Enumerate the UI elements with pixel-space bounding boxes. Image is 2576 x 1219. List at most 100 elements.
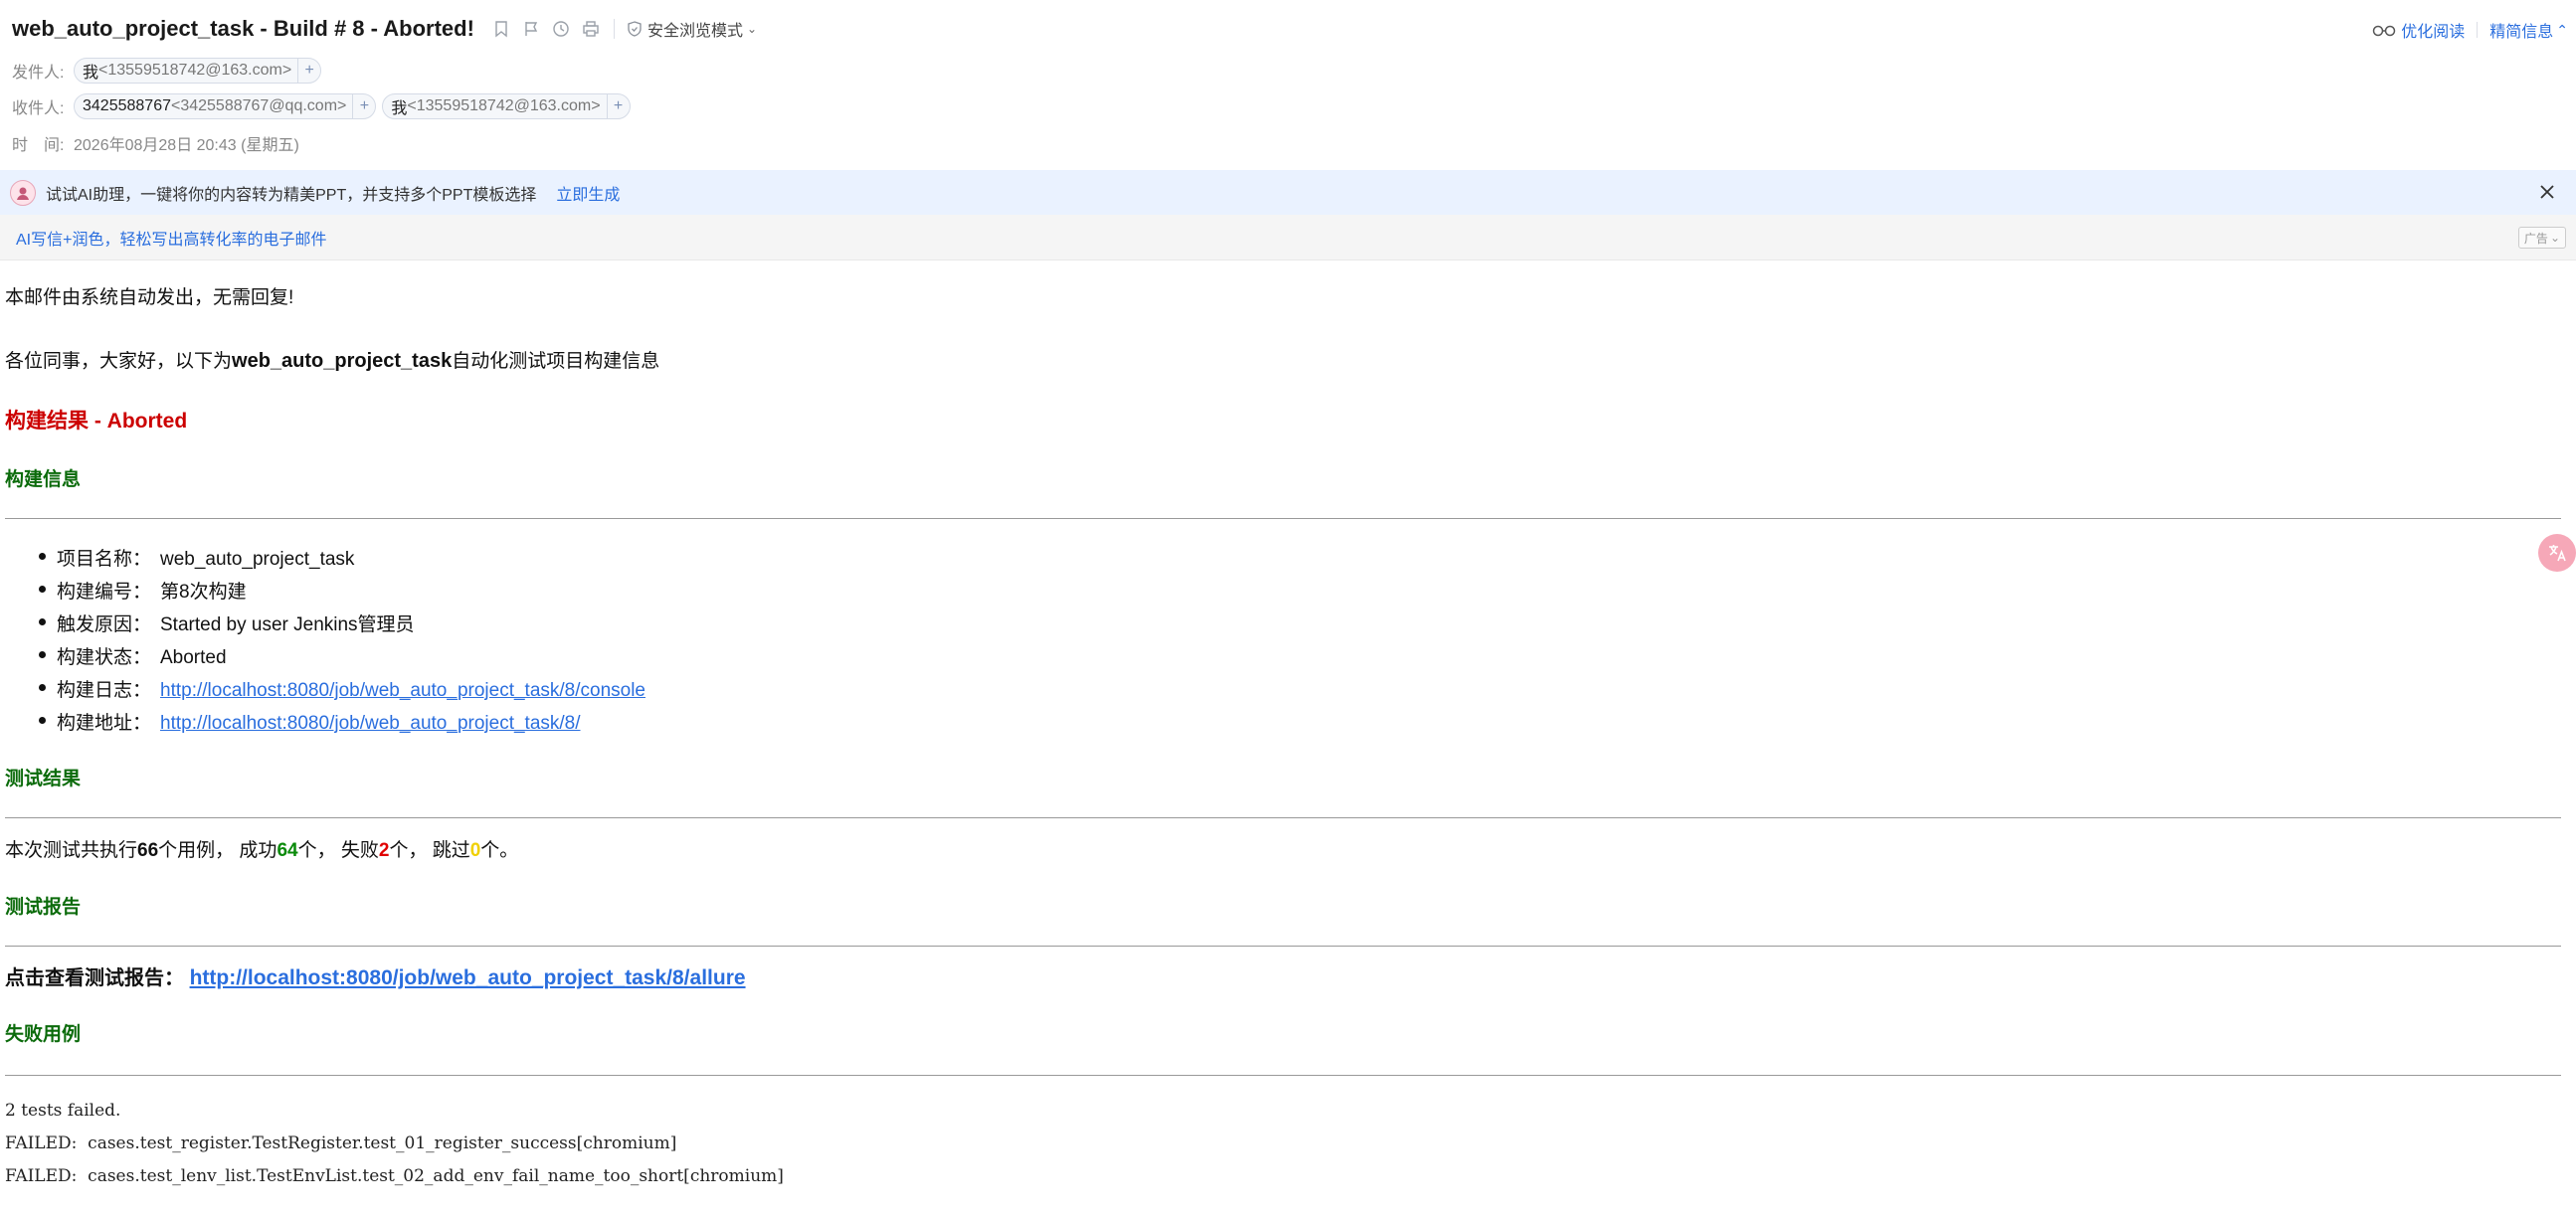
test-result-heading: 测试结果 <box>5 769 82 789</box>
email-reader: web_auto_project_task - Build # 8 - Abor… <box>0 0 2576 1219</box>
list-item: 构建编号： 第8次构建 <box>39 577 247 604</box>
divider <box>5 518 2561 519</box>
subject-toolbar: 安全浏览模式 ⌄ <box>492 17 757 41</box>
add-contact-button[interactable]: + <box>352 94 375 118</box>
recipient-label: 收件人: <box>12 100 65 117</box>
info-key: 触发原因： <box>57 614 152 635</box>
divider <box>5 946 2561 947</box>
ad-link[interactable]: AI写信+润色，轻松写出高转化率的电子邮件 <box>16 226 326 250</box>
translate-icon[interactable] <box>2538 534 2576 572</box>
greeting-project: web_auto_project_task <box>232 350 453 372</box>
recipient-address: <3425588767@qq.com> <box>170 97 347 114</box>
list-item: 构建状态： Aborted <box>39 642 227 669</box>
recipient-address: <13559518742@163.com> <box>407 97 601 114</box>
print-icon[interactable] <box>582 20 600 38</box>
skipped-count: 0 <box>469 840 481 861</box>
ai-banner-text: 试试AI助理，一键将你的内容转为精美PPT，并支持多个PPT模板选择 <box>46 186 537 204</box>
info-key: 构建编号： <box>57 582 152 603</box>
chevron-down-icon: ⌄ <box>746 22 758 36</box>
list-item: 触发原因： Started by user Jenkins管理员 <box>39 610 415 636</box>
report-line: 点击查看测试报告： http://localhost:8080/job/web_… <box>5 961 746 990</box>
generate-now-link[interactable]: 立即生成 <box>556 181 620 205</box>
greeting: 各位同事，大家好，以下为web_auto_project_task自动化测试项目… <box>5 346 659 373</box>
chevron-up-icon: ⌃ <box>2556 21 2568 38</box>
auto-notice: 本邮件由系统自动发出，无需回复! <box>5 287 294 308</box>
sender-row: 发件人: 我 <13559518742@163.com> + <box>12 58 327 84</box>
sender-address: <13559518742@163.com> <box>98 62 292 79</box>
recipient-name: 我 <box>391 100 408 117</box>
summary-text: 个， 失败 <box>297 840 379 861</box>
recipient-name: 3425588767 <box>83 97 171 114</box>
close-icon[interactable] <box>2536 181 2558 203</box>
flag-icon[interactable] <box>522 20 540 38</box>
divider <box>5 817 2561 818</box>
info-value: web_auto_project_task <box>160 549 355 570</box>
sender-name: 我 <box>83 65 99 82</box>
failed-case-line: FAILED: cases.test_lenv_list.TestEnvList… <box>5 1166 784 1186</box>
header-actions: 优化阅读 精简信息 ⌃ <box>2371 18 2568 42</box>
email-subject: web_auto_project_task - Build # 8 - Abor… <box>12 16 474 41</box>
info-key: 项目名称： <box>57 549 152 570</box>
glasses-icon <box>2372 25 2396 37</box>
failed-case-line: FAILED: cases.test_register.TestRegister… <box>5 1133 677 1153</box>
summary-text: 本次测试共执行 <box>5 840 138 861</box>
chevron-down-icon: ⌄ <box>2549 231 2560 245</box>
divider <box>5 1075 2561 1076</box>
total-count: 66 <box>137 840 159 861</box>
ad-badge-label: 广告 <box>2523 231 2548 246</box>
list-item: 构建日志： http://localhost:8080/job/web_auto_… <box>39 675 645 702</box>
info-value: Started by user Jenkins管理员 <box>160 614 415 635</box>
summary-text: 个， 跳过 <box>389 840 470 861</box>
list-item: 构建地址： http://localhost:8080/job/web_auto_… <box>39 708 581 735</box>
ad-banner: AI写信+润色，轻松写出高转化率的电子邮件 广告 ⌄ <box>0 215 2576 261</box>
info-value: Aborted <box>160 647 227 668</box>
safe-mode-label: 安全浏览模式 <box>646 23 743 40</box>
clock-icon[interactable] <box>552 20 570 38</box>
passed-count: 64 <box>276 840 298 861</box>
header-actions-divider <box>2477 22 2479 38</box>
ai-assistant-avatar-icon <box>10 179 36 206</box>
ad-badge[interactable]: 广告 ⌄ <box>2517 227 2566 249</box>
test-report-heading: 测试报告 <box>5 897 82 918</box>
brief-info-label: 精简信息 <box>2489 24 2554 41</box>
sender-label: 发件人: <box>12 65 65 82</box>
failed-cases-heading: 失败用例 <box>5 1024 82 1045</box>
test-summary: 本次测试共执行66个用例， 成功64个， 失败2个， 跳过0个。 <box>5 835 518 862</box>
time-label: 时 间: <box>12 137 65 154</box>
recipient-chip[interactable]: 3425588767 <3425588767@qq.com> + <box>74 93 377 119</box>
failed-summary-line: 2 tests failed. <box>5 1101 121 1121</box>
recipient-row: 收件人: 3425588767 <3425588767@qq.com> + 我 … <box>12 93 637 119</box>
info-value: 第8次构建 <box>160 582 247 603</box>
info-key: 构建地址： <box>57 713 152 734</box>
time-row: 时 间: 2026年08月28日 20:43 (星期五) <box>12 131 299 155</box>
info-key: 构建状态： <box>57 647 152 668</box>
add-contact-button[interactable]: + <box>606 94 630 118</box>
failed-count: 2 <box>378 840 390 861</box>
build-url-link[interactable]: http://localhost:8080/job/web_auto_proje… <box>160 713 581 734</box>
build-log-link[interactable]: http://localhost:8080/job/web_auto_proje… <box>160 680 645 701</box>
allure-report-link[interactable]: http://localhost:8080/job/web_auto_proje… <box>190 966 746 989</box>
summary-text: 个。 <box>480 840 519 861</box>
info-key: 构建日志： <box>57 680 152 701</box>
recipient-chip[interactable]: 我 <13559518742@163.com> + <box>382 93 631 119</box>
summary-text: 个用例， 成功 <box>158 840 277 861</box>
brief-info-toggle[interactable]: 精简信息 ⌃ <box>2489 18 2568 42</box>
safe-mode-dropdown[interactable]: 安全浏览模式 ⌄ <box>627 17 757 41</box>
build-result-heading: 构建结果 - Aborted <box>5 410 188 433</box>
shield-icon <box>628 21 642 37</box>
toolbar-divider <box>613 19 615 39</box>
optimize-read-button[interactable]: 优化阅读 <box>2371 18 2465 42</box>
report-label: 点击查看测试报告： <box>5 967 184 989</box>
greeting-suffix: 自动化测试项目构建信息 <box>452 351 660 372</box>
bookmark-icon[interactable] <box>492 20 510 38</box>
add-contact-button[interactable]: + <box>297 59 320 83</box>
list-item: 项目名称： web_auto_project_task <box>38 544 355 571</box>
build-info-heading: 构建信息 <box>5 469 82 490</box>
subject-row: web_auto_project_task - Build # 8 - Abor… <box>12 12 757 46</box>
time-value: 2026年08月28日 20:43 (星期五) <box>74 137 299 154</box>
email-header: web_auto_project_task - Build # 8 - Abor… <box>0 0 2576 169</box>
greeting-prefix: 各位同事，大家好，以下为 <box>5 351 233 372</box>
sender-chip[interactable]: 我 <13559518742@163.com> + <box>74 58 322 84</box>
ai-assistant-banner: 试试AI助理，一键将你的内容转为精美PPT，并支持多个PPT模板选择 立即生成 <box>0 170 2576 215</box>
optimize-read-label: 优化阅读 <box>2401 24 2466 41</box>
